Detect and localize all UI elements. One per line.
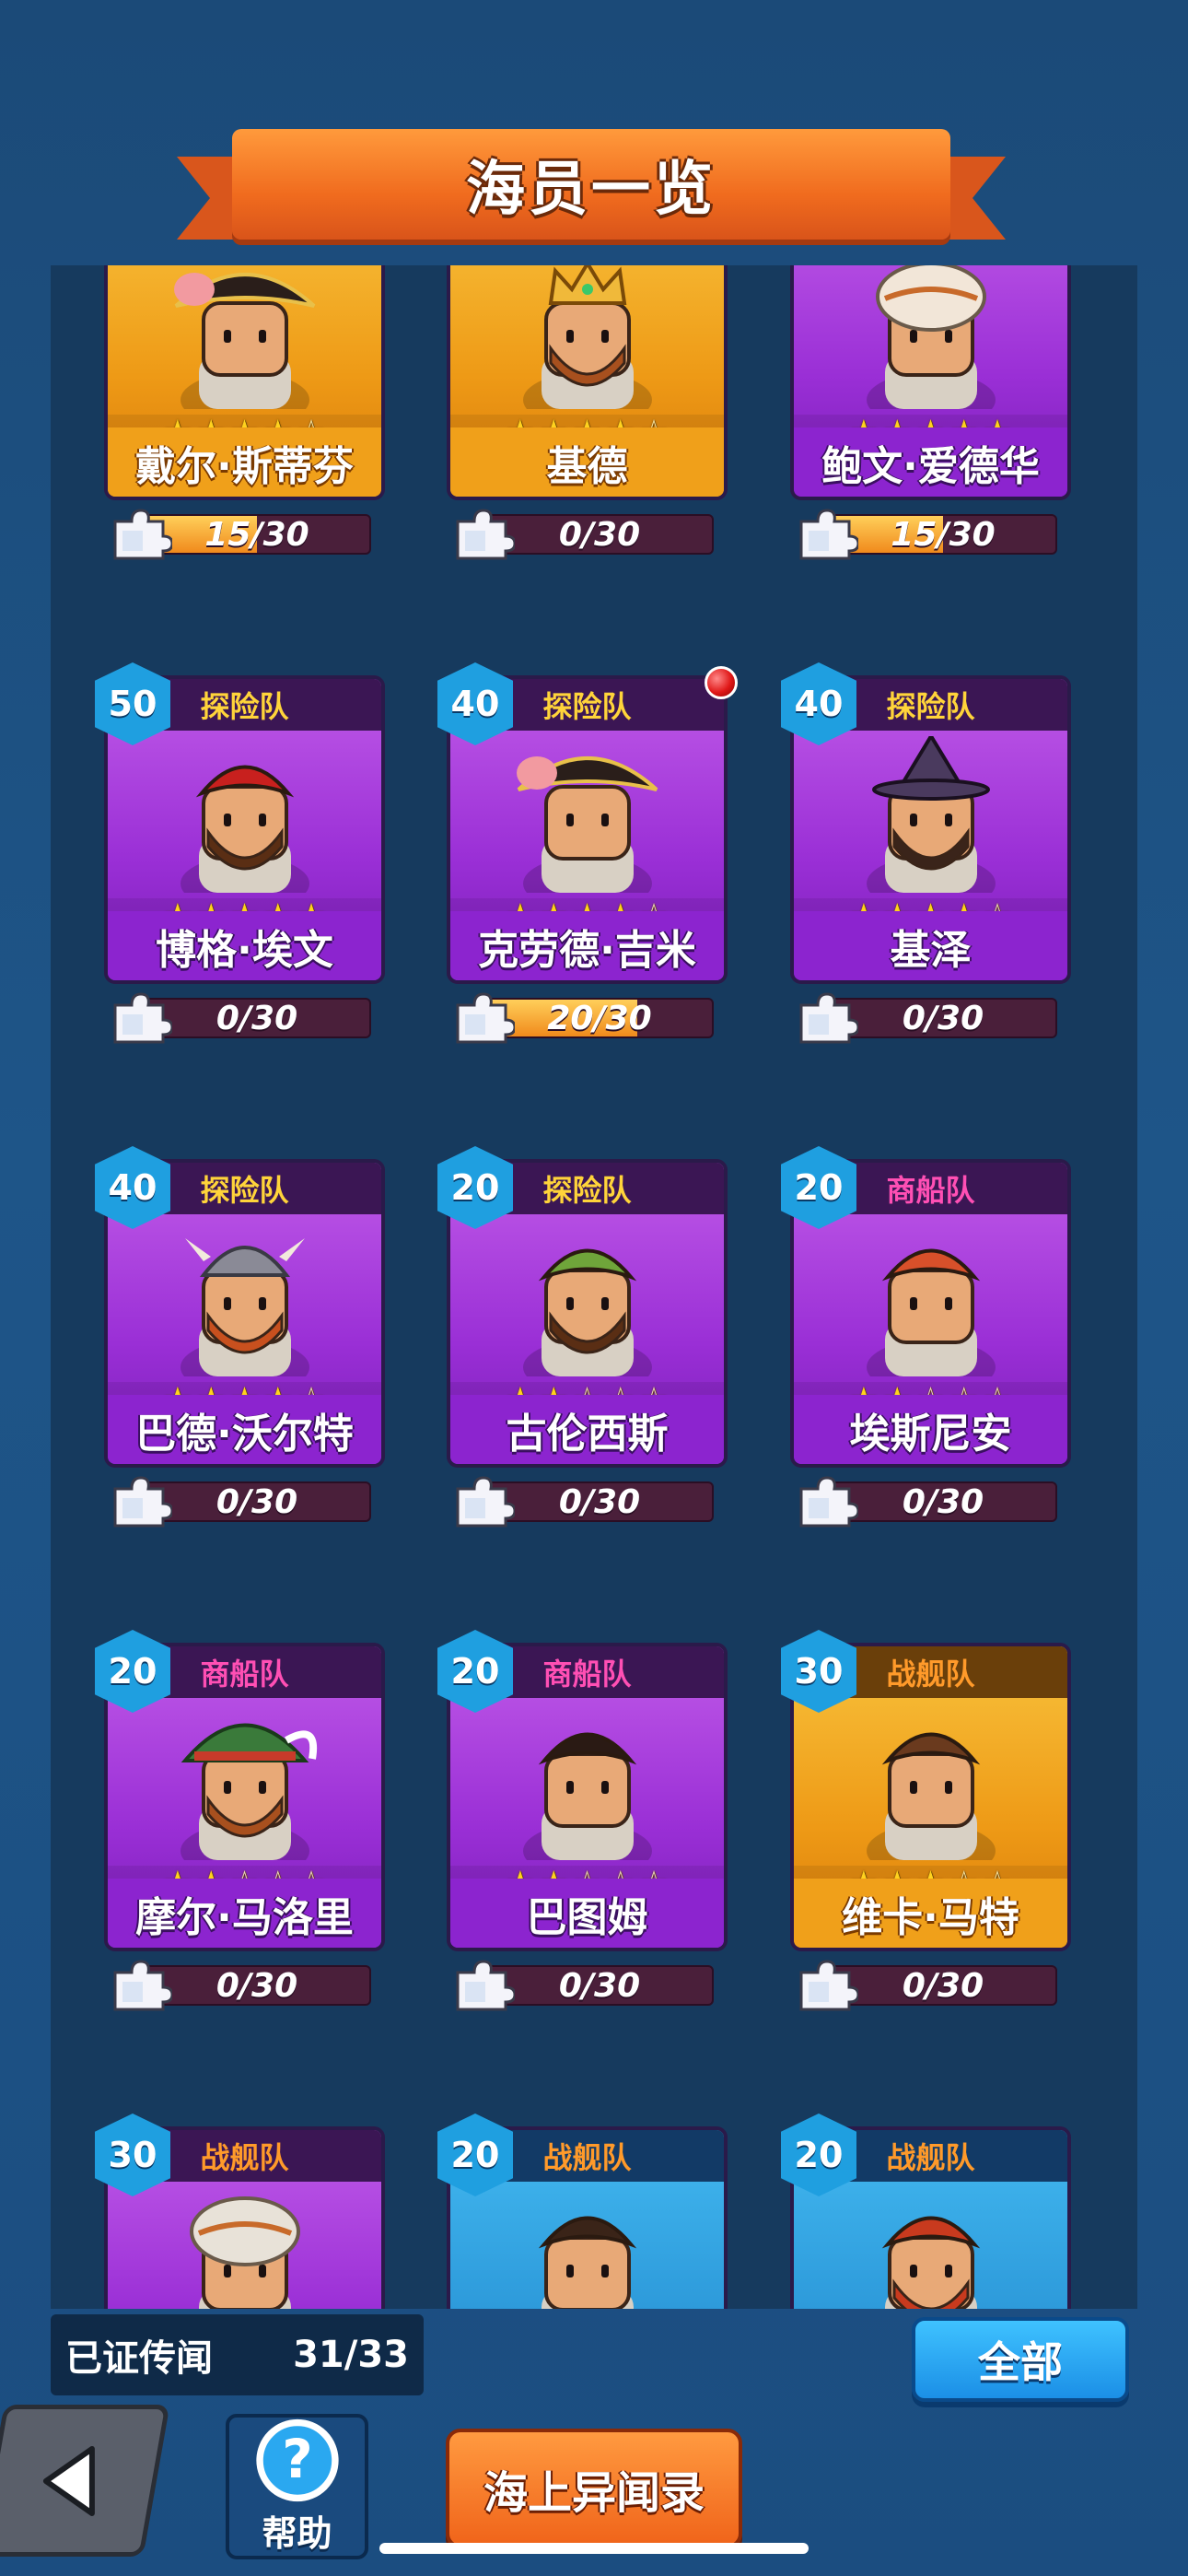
progress-track: 0/30 [143,998,371,1038]
crew-name: 埃斯尼安 [794,1395,1067,1464]
progress-track: 0/30 [143,1965,371,2006]
crew-portrait [157,265,332,427]
crew-portrait [157,1704,332,1879]
crew-name: 基泽 [794,911,1067,980]
shard-progress: 0/30 [448,1472,725,1528]
puzzle-piece-icon [799,1476,858,1528]
proven-rumors-counter: 已证传闻 31/33 [51,2314,424,2395]
help-glyph: ? [282,2428,312,2490]
puzzle-piece-icon [799,509,858,560]
puzzle-piece-icon [113,509,172,560]
crew-portrait [157,736,332,911]
crew-portrait [157,2187,332,2309]
progress-track: 0/30 [829,1481,1057,1522]
crew-portrait [844,2187,1019,2309]
crew-grid[interactable]: ★★★★☆戴尔·斯蒂芬 15/30 ★★★★☆基德 0/30 ★★★★★鲍文·爱德华 15… [51,265,1137,2309]
progress-label: 15/30 [891,515,996,554]
shard-progress: 15/30 [106,505,382,560]
progress-track: 15/30 [829,514,1057,555]
puzzle-piece-icon [456,992,515,1044]
crew-portrait [500,1220,675,1395]
crew-name: 巴德·沃尔特 [108,1395,381,1464]
puzzle-piece-icon [456,509,515,560]
progress-track: 20/30 [485,998,714,1038]
shard-progress: 0/30 [448,505,725,560]
crew-portrait [500,2187,675,2309]
crew-card[interactable]: ★★★★☆基德 [447,265,728,500]
crew-name: 鲍文·爱德华 [794,427,1067,497]
crew-card[interactable]: ★★★★☆戴尔·斯蒂芬 [104,265,385,500]
shard-progress: 15/30 [792,505,1068,560]
shard-progress: 0/30 [448,1956,725,2011]
crew-portrait [500,736,675,911]
crew-name: 古伦西斯 [450,1395,724,1464]
crew-portrait [844,265,1019,427]
back-button[interactable] [0,2405,170,2557]
shard-progress: 0/30 [106,1956,382,2011]
proven-count: 31/33 [293,2334,409,2376]
progress-label: 0/30 [558,515,641,554]
crew-name: 博格·埃文 [108,911,381,980]
progress-label: 15/30 [204,515,309,554]
progress-label: 0/30 [558,1482,641,1521]
progress-track: 0/30 [485,1965,714,2006]
crew-portrait [844,1704,1019,1879]
shard-progress: 0/30 [106,989,382,1044]
progress-track: 15/30 [143,514,371,555]
puzzle-piece-icon [799,1960,858,2011]
progress-track: 0/30 [829,998,1057,1038]
shard-progress: 0/30 [792,989,1068,1044]
crew-name: 摩尔·马洛里 [108,1879,381,1948]
crew-portrait [500,265,675,427]
proven-label: 已证传闻 [65,2337,213,2380]
puzzle-piece-icon [456,1476,515,1528]
progress-label: 0/30 [902,1482,984,1521]
crew-portrait [500,1704,675,1879]
progress-track: 0/30 [485,1481,714,1522]
progress-label: 0/30 [215,1482,298,1521]
shard-progress: 0/30 [792,1956,1068,2011]
crew-portrait [844,1220,1019,1395]
back-arrow-icon [43,2445,95,2516]
progress-track: 0/30 [143,1481,371,1522]
crew-name: 基德 [450,427,724,497]
crew-name: 巴图姆 [450,1879,724,1948]
title-banner: 海员一览 [177,129,1006,253]
home-indicator [379,2543,809,2554]
puzzle-piece-icon [799,992,858,1044]
crew-name: 维卡·马特 [794,1879,1067,1948]
new-notification-badge [705,666,738,699]
progress-label: 0/30 [902,1966,984,2005]
crew-name: 戴尔·斯蒂芬 [108,427,381,497]
crew-portrait [844,732,1019,911]
puzzle-piece-icon [113,1960,172,2011]
shard-progress: 0/30 [106,1472,382,1528]
progress-label: 0/30 [215,999,298,1037]
shard-progress: 0/30 [792,1472,1068,1528]
sea-rumors-button[interactable]: 海上异闻录 [446,2429,742,2548]
puzzle-piece-icon [456,1960,515,2011]
puzzle-piece-icon [113,1476,172,1528]
progress-track: 0/30 [485,514,714,555]
question-icon: ? [255,2418,339,2502]
filter-all-button[interactable]: 全部 [912,2317,1129,2402]
progress-label: 20/30 [547,999,652,1037]
crew-card[interactable]: ★★★★★鲍文·爱德华 [790,265,1071,500]
page-title: 海员一览 [466,156,716,224]
shard-progress: 20/30 [448,989,725,1044]
banner-plate: 海员一览 [232,129,950,240]
progress-label: 0/30 [558,1966,641,2005]
help-label: 帮助 [262,2513,332,2554]
crew-name: 克劳德·吉米 [450,911,724,980]
progress-label: 0/30 [902,999,984,1037]
crew-portrait [157,1220,332,1395]
progress-track: 0/30 [829,1965,1057,2006]
puzzle-piece-icon [113,992,172,1044]
progress-label: 0/30 [215,1966,298,2005]
help-button[interactable]: ? 帮助 [226,2414,368,2559]
